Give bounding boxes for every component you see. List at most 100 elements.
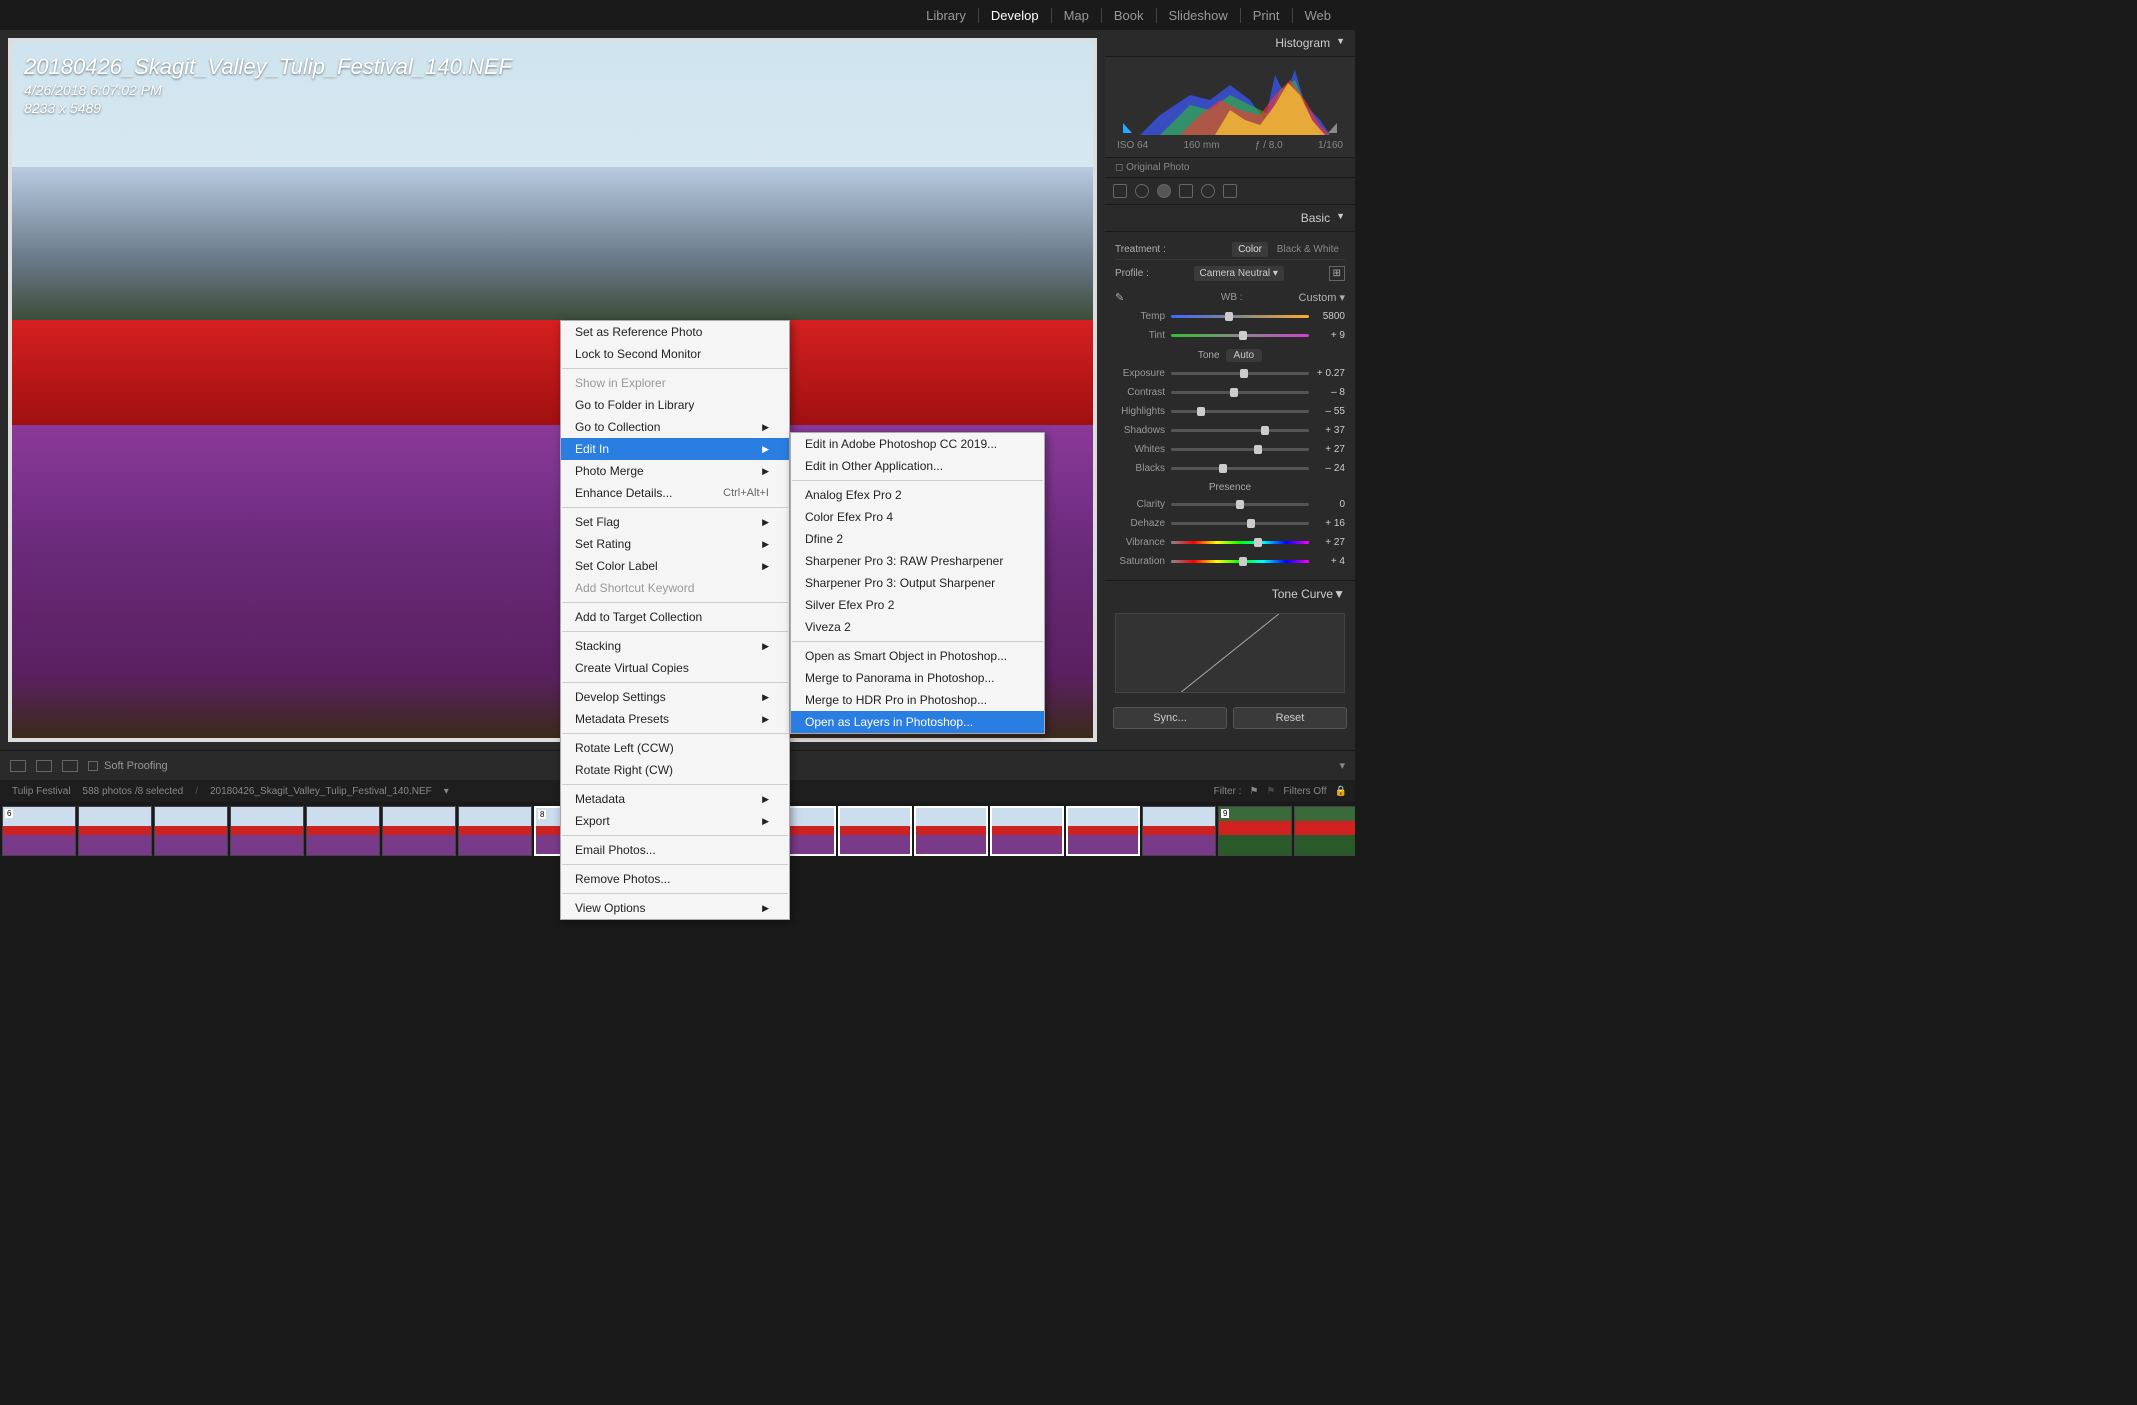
filter-lock-icon[interactable]: 🔒 [1335, 786, 1347, 797]
reset-button[interactable]: Reset [1233, 707, 1347, 729]
filmstrip-thumb[interactable]: 9 [1218, 806, 1292, 856]
menu-item[interactable]: Silver Efex Pro 2 [791, 594, 1044, 616]
module-library[interactable]: Library [914, 8, 979, 23]
saturation-slider[interactable] [1171, 560, 1309, 563]
crumb-dropdown-icon[interactable]: ▾ [440, 786, 453, 797]
histogram-header[interactable]: Histogram▼ [1105, 30, 1355, 57]
vibrance-slider[interactable] [1171, 541, 1309, 544]
module-print[interactable]: Print [1241, 8, 1293, 23]
menu-item[interactable]: View Options▶ [561, 897, 789, 919]
before-after-icon[interactable] [36, 760, 52, 772]
shadows-slider[interactable] [1171, 429, 1309, 432]
tint-slider[interactable] [1171, 334, 1309, 337]
filmstrip-thumb[interactable] [990, 806, 1064, 856]
filmstrip-thumb[interactable] [1294, 806, 1355, 856]
filmstrip-thumb[interactable] [230, 806, 304, 856]
filmstrip-thumb[interactable]: 6 [2, 806, 76, 856]
contrast-slider[interactable] [1171, 391, 1309, 394]
temp-slider[interactable] [1171, 315, 1309, 318]
treatment-color[interactable]: Color [1232, 242, 1268, 257]
highlights-value[interactable]: – 55 [1315, 406, 1345, 417]
menu-item[interactable]: Open as Layers in Photoshop... [791, 711, 1044, 733]
saturation-value[interactable]: + 4 [1315, 556, 1345, 567]
treatment-bw[interactable]: Black & White [1271, 242, 1345, 257]
whites-value[interactable]: + 27 [1315, 444, 1345, 455]
menu-item[interactable]: Dfine 2 [791, 528, 1044, 550]
menu-item[interactable]: Enhance Details...Ctrl+Alt+I [561, 482, 789, 504]
filmstrip-thumb[interactable] [382, 806, 456, 856]
menu-item[interactable]: Edit In▶ [561, 438, 789, 460]
menu-item[interactable]: Viveza 2 [791, 616, 1044, 638]
exposure-slider[interactable] [1171, 372, 1309, 375]
sync-button[interactable]: Sync... [1113, 707, 1227, 729]
menu-item[interactable]: Stacking▶ [561, 635, 789, 657]
tint-value[interactable]: + 9 [1315, 330, 1345, 341]
module-web[interactable]: Web [1293, 8, 1344, 23]
profile-dropdown[interactable]: Camera Neutral ▾ [1194, 266, 1284, 281]
menu-item[interactable]: Metadata Presets▶ [561, 708, 789, 730]
filmstrip-thumb[interactable] [914, 806, 988, 856]
crop-tool-icon[interactable] [1113, 184, 1127, 198]
filter-flag-icon[interactable]: ⚑ [1249, 786, 1258, 797]
histogram-panel[interactable]: ISO 64 160 mm ƒ / 8.0 1/160 [1105, 57, 1355, 157]
toolbar-dropdown-icon[interactable]: ▾ [1339, 759, 1345, 772]
radial-tool-icon[interactable] [1201, 184, 1215, 198]
menu-item[interactable]: Rotate Left (CCW) [561, 737, 789, 759]
clarity-slider[interactable] [1171, 503, 1309, 506]
module-slideshow[interactable]: Slideshow [1157, 8, 1241, 23]
profile-browser-icon[interactable]: ⊞ [1329, 266, 1345, 281]
filmstrip-thumb[interactable] [458, 806, 532, 856]
menu-item[interactable]: Analog Efex Pro 2 [791, 484, 1044, 506]
tone-curve-graph[interactable] [1115, 613, 1345, 693]
menu-item[interactable]: Set Rating▶ [561, 533, 789, 555]
menu-item[interactable]: Add to Target Collection [561, 606, 789, 628]
menu-item[interactable]: Set Flag▶ [561, 511, 789, 533]
loupe-view-icon[interactable] [10, 760, 26, 772]
crumb-folder[interactable]: Tulip Festival [8, 786, 75, 797]
menu-item[interactable]: Sharpener Pro 3: RAW Presharpener [791, 550, 1044, 572]
menu-item[interactable]: Set as Reference Photo [561, 321, 789, 343]
contrast-value[interactable]: – 8 [1315, 387, 1345, 398]
clarity-value[interactable]: 0 [1315, 499, 1345, 510]
redeye-tool-icon[interactable] [1157, 184, 1171, 198]
dehaze-slider[interactable] [1171, 522, 1309, 525]
wb-dropdown[interactable]: Custom ▾ [1299, 291, 1345, 304]
eyedropper-icon[interactable]: ✎ [1115, 291, 1165, 304]
module-develop[interactable]: Develop [979, 8, 1052, 23]
menu-item[interactable]: Lock to Second Monitor [561, 343, 789, 365]
menu-item[interactable]: Remove Photos... [561, 868, 789, 890]
module-map[interactable]: Map [1052, 8, 1102, 23]
spot-tool-icon[interactable] [1135, 184, 1149, 198]
menu-item[interactable]: Rotate Right (CW) [561, 759, 789, 781]
menu-item[interactable]: Merge to HDR Pro in Photoshop... [791, 689, 1044, 711]
menu-item[interactable]: Go to Folder in Library [561, 394, 789, 416]
blacks-slider[interactable] [1171, 467, 1309, 470]
menu-item[interactable]: Export▶ [561, 810, 789, 832]
dehaze-value[interactable]: + 16 [1315, 518, 1345, 529]
menu-item[interactable]: Merge to Panorama in Photoshop... [791, 667, 1044, 689]
auto-button[interactable]: Auto [1226, 349, 1263, 362]
basic-header[interactable]: Basic▼ [1105, 205, 1355, 232]
vibrance-value[interactable]: + 27 [1315, 537, 1345, 548]
menu-item[interactable]: Edit in Other Application... [791, 455, 1044, 477]
blacks-value[interactable]: – 24 [1315, 463, 1345, 474]
menu-item[interactable]: Edit in Adobe Photoshop CC 2019... [791, 433, 1044, 455]
module-book[interactable]: Book [1102, 8, 1157, 23]
menu-item[interactable]: Email Photos... [561, 839, 789, 861]
menu-item[interactable]: Develop Settings▶ [561, 686, 789, 708]
tone-curve-header[interactable]: Tone Curve▼ [1105, 580, 1355, 607]
original-photo-row[interactable]: ◻ Original Photo [1105, 157, 1355, 178]
menu-item[interactable]: Set Color Label▶ [561, 555, 789, 577]
highlights-slider[interactable] [1171, 410, 1309, 413]
soft-proofing-toggle[interactable]: Soft Proofing [88, 760, 168, 772]
filmstrip-thumb[interactable] [154, 806, 228, 856]
filmstrip-thumb[interactable] [1142, 806, 1216, 856]
filmstrip-thumb[interactable] [838, 806, 912, 856]
menu-item[interactable]: Sharpener Pro 3: Output Sharpener [791, 572, 1044, 594]
grad-tool-icon[interactable] [1179, 184, 1193, 198]
brush-tool-icon[interactable] [1223, 184, 1237, 198]
menu-item[interactable]: Metadata▶ [561, 788, 789, 810]
temp-value[interactable]: 5800 [1315, 311, 1345, 322]
menu-item[interactable]: Open as Smart Object in Photoshop... [791, 645, 1044, 667]
menu-item[interactable]: Create Virtual Copies [561, 657, 789, 679]
